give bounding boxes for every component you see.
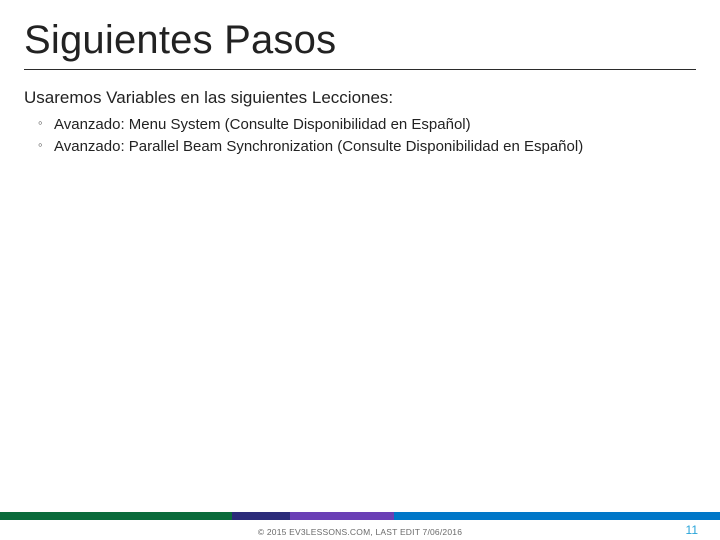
page-number: 11: [686, 523, 698, 537]
stripe-segment-purple: [290, 512, 394, 520]
title-rule: [24, 69, 696, 70]
bullet-list: Avanzado: Menu System (Consulte Disponib…: [0, 114, 720, 158]
list-item: Avanzado: Menu System (Consulte Disponib…: [44, 114, 720, 136]
stripe-segment-green: [0, 512, 232, 520]
subheading: Usaremos Variables en las siguientes Lec…: [0, 88, 720, 114]
slide: Siguientes Pasos Usaremos Variables en l…: [0, 0, 720, 540]
footer-stripe: [0, 512, 720, 520]
copyright-text: © 2015 EV3LESSONS.COM, LAST EDIT 7/06/20…: [0, 527, 720, 537]
stripe-segment-navy: [232, 512, 290, 520]
stripe-segment-blue: [394, 512, 720, 520]
slide-title: Siguientes Pasos: [0, 0, 720, 69]
list-item: Avanzado: Parallel Beam Synchronization …: [44, 136, 720, 158]
